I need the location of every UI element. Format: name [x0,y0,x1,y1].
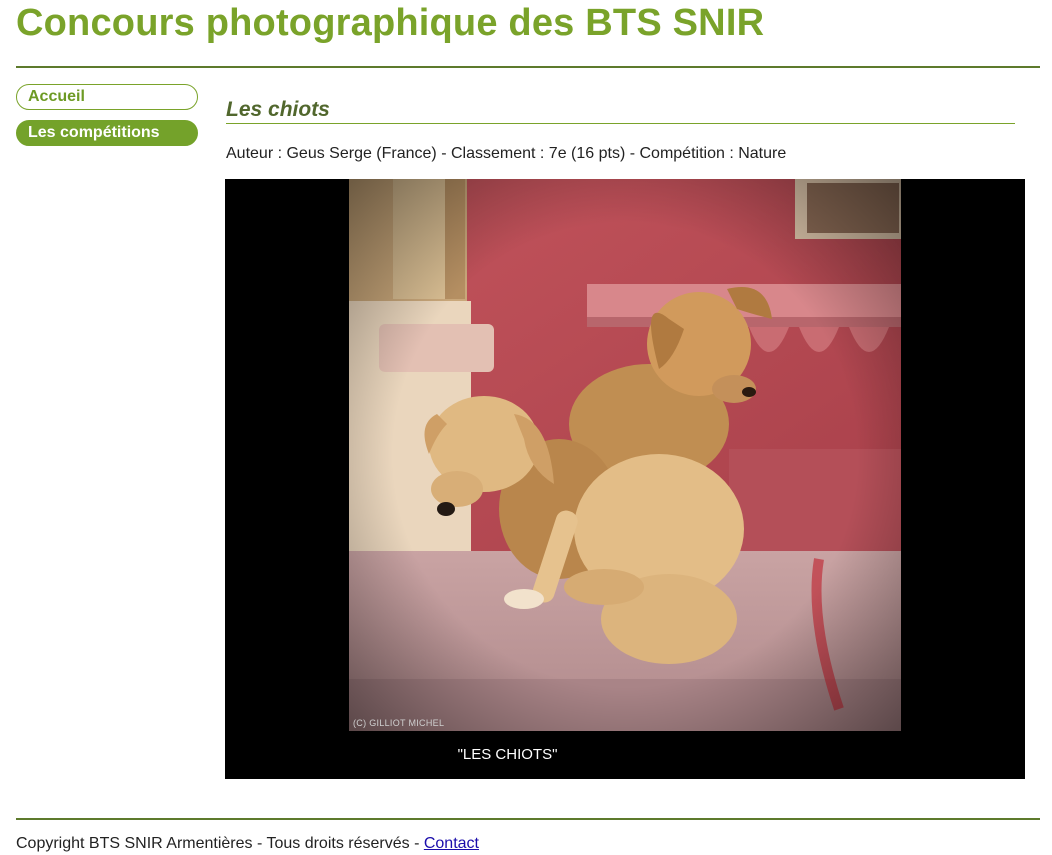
puppies-photo [349,179,901,731]
site-title: Concours photographique des BTS SNIR [16,2,765,44]
photo-title: Les chiots [226,98,1015,124]
copyright-text: Copyright BTS SNIR Armentières - Tous dr… [16,835,424,852]
photo-frame: (C) GILLIOT MICHEL "LES CHIOTS" [225,179,1025,779]
footer: Copyright BTS SNIR Armentières - Tous dr… [16,835,479,853]
contact-link[interactable]: Contact [424,835,479,852]
photo-meta: Auteur : Geus Serge (France) - Classemen… [226,145,787,162]
photo-caption: "LES CHIOTS" [457,746,558,763]
nav-item-competitions[interactable]: Les compétitions [16,120,198,146]
footer-divider [16,818,1040,820]
nav-item-accueil[interactable]: Accueil [16,84,198,110]
header-divider [16,66,1040,68]
photo-credit: (C) GILLIOT MICHEL [353,718,445,728]
sidebar-nav: Accueil Les compétitions [16,84,198,156]
main-content: Les chiots [226,98,1016,124]
